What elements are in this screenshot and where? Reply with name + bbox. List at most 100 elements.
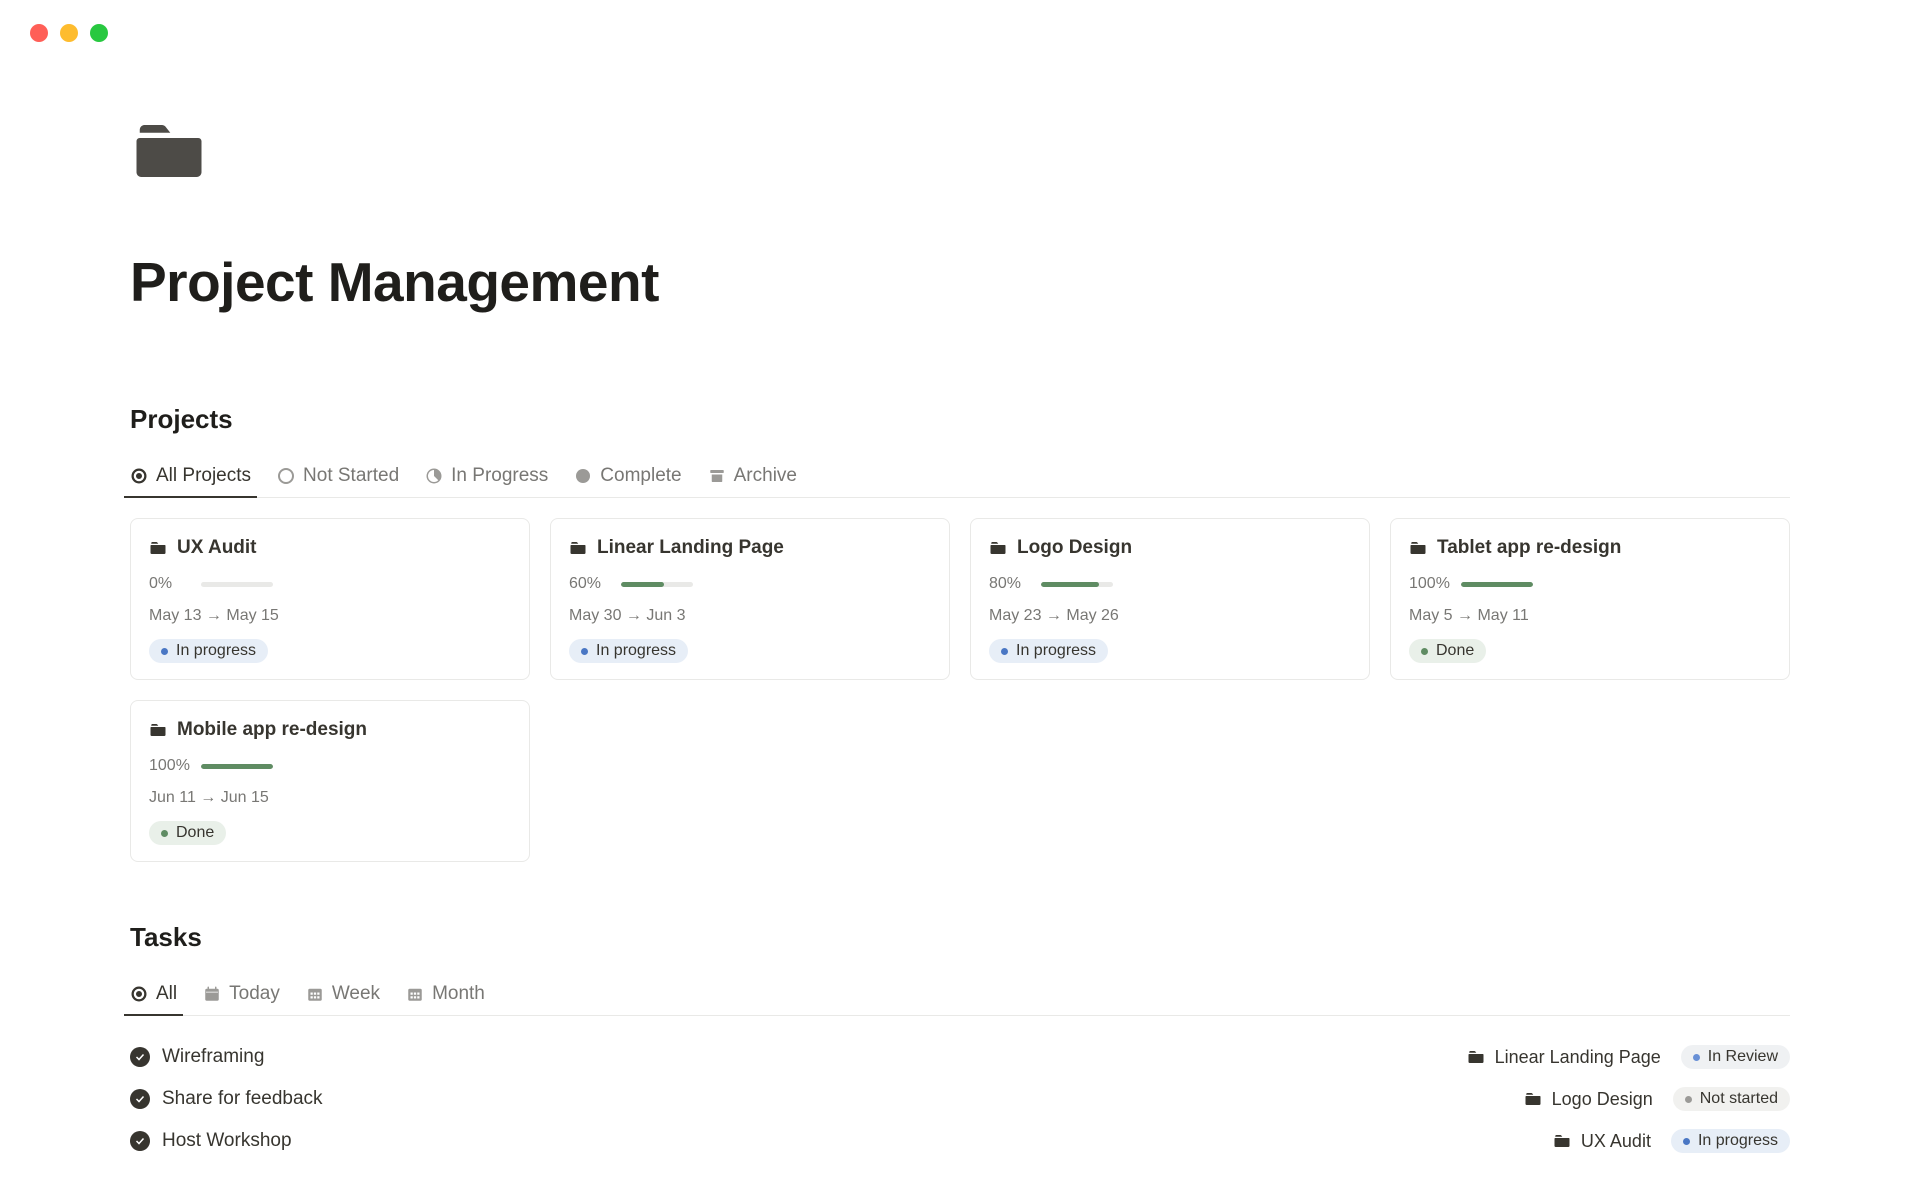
folder-icon <box>1467 1048 1485 1066</box>
task-project-chip[interactable]: UX Audit <box>1553 1131 1651 1152</box>
project-card[interactable]: Logo Design 80% May 23 → May 26 In progress <box>970 518 1370 680</box>
tab-label: All Projects <box>156 465 251 487</box>
task-row[interactable]: WireframingLinear Landing PageIn Review <box>130 1036 1790 1078</box>
status-badge: In progress <box>149 639 268 663</box>
projects-tab-archive[interactable]: Archive <box>708 465 797 497</box>
tab-label: Not Started <box>303 465 399 487</box>
task-project-name: Linear Landing Page <box>1495 1047 1661 1068</box>
tasks-tab-today[interactable]: Today <box>203 983 280 1015</box>
checkmark-icon[interactable] <box>130 1131 150 1151</box>
folder-icon <box>149 721 167 739</box>
tab-label: Month <box>432 983 485 1005</box>
project-percent: 100% <box>149 757 191 775</box>
projects-tab-complete[interactable]: Complete <box>574 465 681 497</box>
project-dates: Jun 11 → Jun 15 <box>149 789 511 807</box>
projects-tab-in-progress[interactable]: In Progress <box>425 465 548 497</box>
project-card[interactable]: Linear Landing Page 60% May 30 → Jun 3 In p… <box>550 518 950 680</box>
project-name: UX Audit <box>177 537 257 559</box>
tab-label: Week <box>332 983 380 1005</box>
status-label: Not started <box>1700 1090 1778 1108</box>
status-label: In progress <box>176 642 256 660</box>
progress-bar <box>1041 582 1113 587</box>
progress-bar <box>201 764 273 769</box>
status-badge: In progress <box>569 639 688 663</box>
projects-grid: UX Audit0%May 13 → May 15In progressLine… <box>130 518 1790 862</box>
tab-label: Today <box>229 983 280 1005</box>
task-name: Share for feedback <box>162 1088 323 1110</box>
status-label: In progress <box>596 642 676 660</box>
target-icon <box>130 467 148 485</box>
project-name: Logo Design <box>1017 537 1132 559</box>
folder-icon <box>1409 539 1427 557</box>
projects-section-title: Projects <box>130 404 1790 435</box>
status-badge: In Review <box>1681 1045 1790 1069</box>
task-row[interactable]: Share for feedback Logo Design Not started <box>130 1078 1790 1120</box>
window-traffic-lights <box>0 0 1920 42</box>
pie-icon <box>425 467 443 485</box>
status-label: In Review <box>1708 1048 1778 1066</box>
projects-tabs: All Projects Not Started In Progress Comple… <box>130 465 1790 498</box>
task-project-chip[interactable]: Linear Landing Page <box>1467 1047 1661 1068</box>
status-badge: Not started <box>1673 1087 1790 1111</box>
status-badge: In progress <box>1671 1129 1790 1153</box>
minimize-window-button[interactable] <box>60 24 78 42</box>
tasks-section-title: Tasks <box>130 922 1790 953</box>
archive-icon <box>708 467 726 485</box>
project-percent: 80% <box>989 575 1031 593</box>
status-label: Done <box>1436 642 1474 660</box>
project-dates: May 23 → May 26 <box>989 607 1351 625</box>
page-title[interactable]: Project Management <box>130 250 1790 314</box>
status-badge: Done <box>149 821 226 845</box>
calendar-grid-icon <box>306 985 324 1003</box>
checkmark-icon[interactable] <box>130 1047 150 1067</box>
tasks-tab-week[interactable]: Week <box>306 983 380 1015</box>
folder-icon <box>149 539 167 557</box>
project-card[interactable]: Tablet app re-design 100% May 5 → May 11 Do… <box>1390 518 1790 680</box>
project-dates: May 13 → May 15 <box>149 607 511 625</box>
project-percent: 100% <box>1409 575 1451 593</box>
progress-bar <box>1461 582 1533 587</box>
circle-solid-icon <box>574 467 592 485</box>
tasks-tabs: All Today Week Month <box>130 983 1790 1016</box>
project-name: Tablet app re-design <box>1437 537 1621 559</box>
tab-label: Archive <box>734 465 797 487</box>
status-badge: In progress <box>989 639 1108 663</box>
target-icon <box>130 985 148 1003</box>
tasks-list: WireframingLinear Landing PageIn ReviewS… <box>130 1036 1790 1162</box>
folder-icon <box>989 539 1007 557</box>
task-row[interactable]: Host Workshop UX Audit In progress <box>130 1120 1790 1162</box>
task-project-name: UX Audit <box>1581 1131 1651 1152</box>
project-name: Linear Landing Page <box>597 537 784 559</box>
status-label: In progress <box>1698 1132 1778 1150</box>
page-icon-folder[interactable] <box>130 112 208 190</box>
checkmark-icon[interactable] <box>130 1089 150 1109</box>
tasks-tab-all[interactable]: All <box>130 983 177 1015</box>
project-dates: May 30 → Jun 3 <box>569 607 931 625</box>
task-project-name: Logo Design <box>1552 1089 1653 1110</box>
tab-label: In Progress <box>451 465 548 487</box>
maximize-window-button[interactable] <box>90 24 108 42</box>
project-dates: May 5 → May 11 <box>1409 607 1771 625</box>
folder-icon <box>1553 1132 1571 1150</box>
tab-label: Complete <box>600 465 681 487</box>
tasks-tab-month[interactable]: Month <box>406 983 485 1015</box>
task-project-chip[interactable]: Logo Design <box>1524 1089 1653 1110</box>
project-card[interactable]: UX Audit 0% May 13 → May 15 In progress <box>130 518 530 680</box>
project-percent: 60% <box>569 575 611 593</box>
progress-bar <box>201 582 273 587</box>
status-label: Done <box>176 824 214 842</box>
task-name: Host Workshop <box>162 1130 292 1152</box>
project-card[interactable]: Mobile app re-design100%Jun 11 → Jun 15D… <box>130 700 530 862</box>
calendar-icon <box>203 985 221 1003</box>
folder-icon <box>569 539 587 557</box>
status-badge: Done <box>1409 639 1486 663</box>
project-percent: 0% <box>149 575 191 593</box>
close-window-button[interactable] <box>30 24 48 42</box>
calendar-grid-icon <box>406 985 424 1003</box>
progress-bar <box>621 582 693 587</box>
projects-tab-not-started[interactable]: Not Started <box>277 465 399 497</box>
tab-label: All <box>156 983 177 1005</box>
folder-icon <box>1524 1090 1542 1108</box>
circle-outline-icon <box>277 467 295 485</box>
projects-tab-all-projects[interactable]: All Projects <box>130 465 251 497</box>
